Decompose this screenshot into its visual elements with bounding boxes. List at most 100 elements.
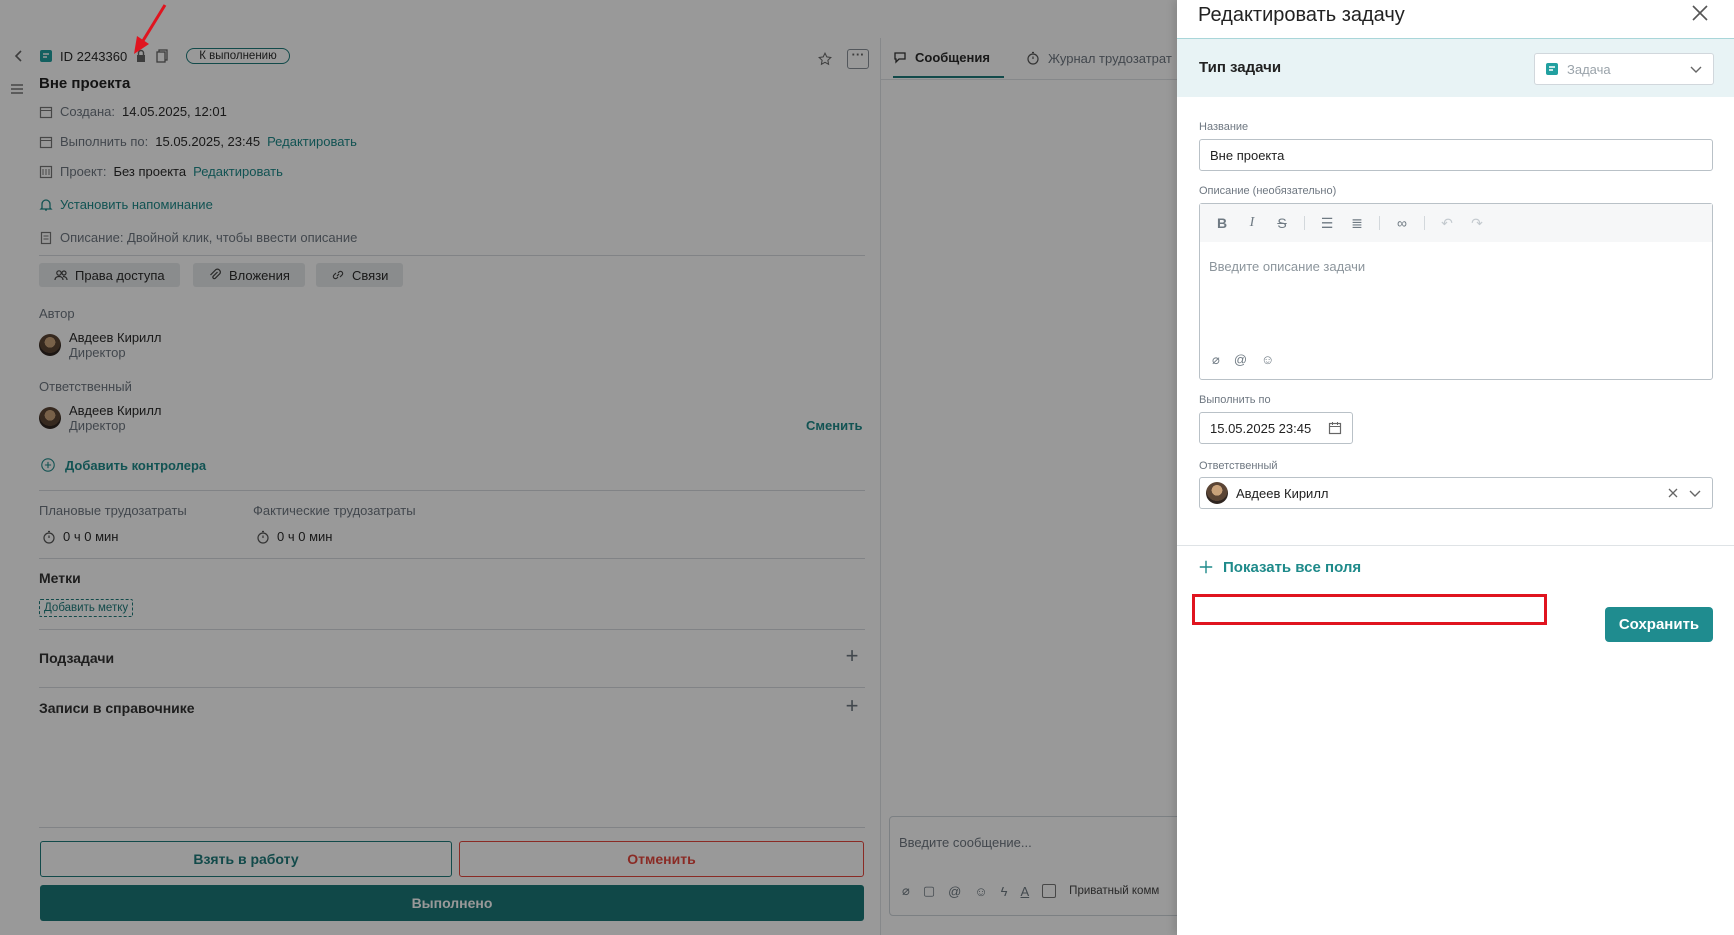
more-menu-icon[interactable]: ··· (847, 48, 869, 69)
mention-icon[interactable]: @ (1234, 352, 1247, 368)
link-icon[interactable]: ∞ (1394, 215, 1410, 231)
description-label: Описание (необязательно) (1199, 185, 1337, 197)
author-user[interactable]: Авдеев Кирилл Директор (39, 330, 162, 360)
stopwatch-icon (256, 530, 270, 544)
emoji-icon[interactable]: ☺ (974, 884, 987, 899)
name-label: Название (1199, 121, 1249, 133)
actual-value: 0 ч 0 мин (277, 529, 333, 544)
tab-labor-log-label: Журнал трудозатрат (1048, 50, 1172, 66)
add-subtask-plus-icon[interactable]: + (843, 645, 861, 667)
tab-messages-label: Сообщения (915, 49, 990, 65)
clear-icon[interactable] (1666, 486, 1680, 500)
actual-row[interactable]: 0 ч 0 мин (256, 529, 332, 544)
calendar-icon (39, 135, 53, 149)
paperclip-icon[interactable]: ⌀ (902, 883, 910, 899)
planned-row[interactable]: 0 ч 0 мин (42, 529, 118, 544)
author-role: Директор (69, 345, 126, 360)
emoji-icon[interactable]: ☺ (1261, 352, 1274, 368)
status-badge[interactable]: К выполнению (186, 48, 290, 64)
divider (881, 79, 1178, 80)
add-controller-button[interactable]: Добавить контролера (39, 456, 206, 474)
cancel-task-button[interactable]: Отменить (459, 841, 864, 877)
divider (39, 629, 865, 630)
description-placeholder[interactable]: Описание: Двойной клик, чтобы ввести опи… (60, 230, 357, 245)
assignee-label: Ответственный (1199, 460, 1278, 472)
chevron-down-icon[interactable] (1688, 486, 1702, 500)
access-rights-label: Права доступа (75, 267, 165, 283)
project-icon (39, 165, 53, 179)
bold-icon[interactable]: B (1214, 215, 1230, 231)
reminder-row[interactable]: Установить напоминание (39, 197, 213, 212)
message-input[interactable]: Введите сообщение... ⌀ ▢ @ ☺ ϟ A Приватн… (889, 816, 1189, 916)
assignee-user[interactable]: Авдеев Кирилл Директор (39, 403, 162, 433)
change-assignee-link[interactable]: Сменить (806, 418, 862, 433)
description-editor[interactable]: B I S ☰ ≣ ∞ ↶ ↷ Введите описание задачи … (1199, 203, 1713, 380)
show-all-fields-button[interactable]: Показать все поля (1197, 558, 1361, 576)
file-icon[interactable]: ▢ (923, 883, 935, 899)
task-title: Вне проекта (39, 75, 131, 92)
assignee-select[interactable]: Авдеев Кирилл (1199, 477, 1713, 509)
due-row: Выполнить по: 15.05.2025, 23:45 Редактир… (39, 134, 357, 149)
users-icon (54, 268, 68, 282)
paperclip-icon (208, 268, 222, 282)
save-button[interactable]: Сохранить (1605, 607, 1713, 642)
access-rights-button[interactable]: Права доступа (39, 263, 180, 287)
done-button[interactable]: Выполнено (40, 885, 864, 921)
strikethrough-icon[interactable]: S (1274, 215, 1290, 231)
chevron-down-icon (1689, 62, 1703, 76)
links-button[interactable]: Связи (316, 263, 404, 287)
divider (1177, 545, 1734, 546)
text-format-icon[interactable]: A (1021, 884, 1030, 899)
description-row[interactable]: Описание: Двойной клик, чтобы ввести опи… (39, 230, 357, 245)
task-type-value: Задача (1567, 61, 1611, 77)
bell-icon (39, 198, 53, 212)
set-reminder-link[interactable]: Установить напоминание (60, 197, 213, 212)
tab-labor-log[interactable]: Журнал трудозатрат (1026, 38, 1176, 78)
close-icon[interactable] (1689, 2, 1711, 24)
records-heading: Записи в справочнике (39, 700, 195, 716)
calendar-icon (39, 105, 53, 119)
numbered-list-icon[interactable]: ≣ (1349, 215, 1365, 232)
document-icon (39, 231, 53, 245)
edit-due-link[interactable]: Редактировать (267, 134, 357, 149)
edit-project-link[interactable]: Редактировать (193, 164, 283, 179)
planned-label: Плановые трудозатраты (39, 503, 187, 518)
tab-messages[interactable]: Сообщения (893, 38, 1004, 78)
calendar-icon[interactable] (1328, 421, 1342, 435)
annotation-highlight-box (1192, 594, 1547, 625)
paperclip-icon[interactable]: ⌀ (1212, 352, 1220, 368)
editor-toolbar: B I S ☰ ≣ ∞ ↶ ↷ (1200, 204, 1712, 242)
private-checkbox[interactable] (1042, 884, 1057, 898)
take-to-work-button[interactable]: Взять в работу (40, 841, 452, 877)
created-row: Создана: 14.05.2025, 12:01 (39, 104, 227, 119)
author-name: Авдеев Кирилл (69, 330, 162, 345)
subtasks-heading: Подзадачи (39, 650, 115, 666)
bullet-list-icon[interactable]: ☰ (1319, 215, 1335, 232)
task-type-select[interactable]: Задача (1534, 53, 1714, 85)
divider (1424, 216, 1425, 230)
avatar (1206, 482, 1228, 504)
due-label: Выполнить по (1199, 394, 1271, 406)
back-chevron-icon[interactable] (12, 49, 26, 63)
star-icon[interactable] (816, 50, 834, 68)
add-controller-label: Добавить контролера (65, 457, 207, 473)
task-type-icon (1545, 62, 1559, 76)
italic-icon[interactable]: I (1244, 215, 1260, 231)
add-record-plus-icon[interactable]: + (843, 695, 861, 717)
edit-task-drawer: Редактировать задачу Тип задачи Задача Н… (1177, 0, 1734, 935)
due-date-input[interactable]: 15.05.2025 23:45 (1199, 412, 1353, 444)
undo-icon[interactable]: ↶ (1439, 215, 1455, 232)
project-row: Проект: Без проекта Редактировать (39, 164, 283, 179)
mention-icon[interactable]: @ (948, 884, 961, 899)
redo-icon[interactable]: ↷ (1469, 215, 1485, 232)
add-tag-button[interactable]: Добавить метку (39, 599, 134, 617)
chat-bubble-icon (893, 50, 907, 64)
divider (39, 687, 865, 688)
hamburger-icon[interactable] (10, 82, 24, 96)
task-type-icon (39, 49, 53, 63)
assignee-name: Авдеев Кирилл (69, 403, 162, 418)
name-input[interactable]: Вне проекта (1199, 139, 1713, 171)
lightning-icon[interactable]: ϟ (1001, 884, 1008, 899)
divider (39, 255, 865, 256)
attachments-button[interactable]: Вложения (193, 263, 305, 287)
